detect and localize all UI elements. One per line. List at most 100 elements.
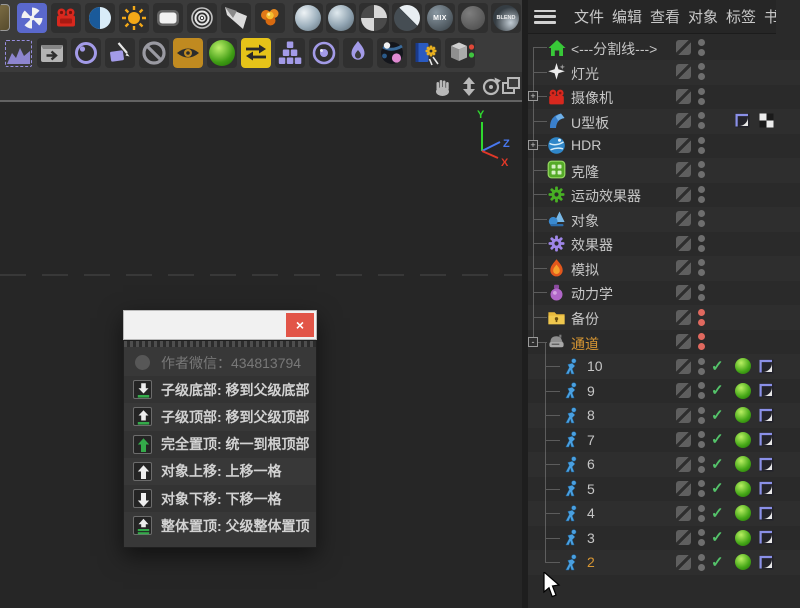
bend-tool-icon[interactable] bbox=[17, 3, 47, 33]
enabled-check[interactable]: ✓ bbox=[711, 506, 724, 521]
menu-file[interactable]: 文件 bbox=[574, 6, 604, 27]
phong-tag[interactable] bbox=[759, 408, 774, 423]
enabled-check[interactable]: ✓ bbox=[711, 457, 724, 472]
enable-toggle[interactable] bbox=[676, 39, 691, 55]
visibility-dot[interactable] bbox=[698, 38, 705, 46]
object-label[interactable]: 7 bbox=[587, 432, 595, 448]
target-light-icon[interactable] bbox=[187, 3, 217, 33]
enable-toggle[interactable] bbox=[676, 113, 691, 129]
paint-setup-icon[interactable] bbox=[105, 38, 135, 68]
object-label[interactable]: 9 bbox=[587, 383, 595, 399]
visibility-dot[interactable] bbox=[698, 382, 705, 390]
object-label[interactable]: 动力学 bbox=[571, 284, 613, 304]
enabled-check[interactable]: ✓ bbox=[711, 530, 724, 545]
orbit-rotate-icon[interactable] bbox=[481, 76, 502, 102]
object-row[interactable]: 9 ✓ bbox=[528, 378, 800, 403]
object-label[interactable]: 4 bbox=[587, 505, 595, 521]
object-label[interactable]: 2 bbox=[587, 554, 595, 570]
mix-material-icon[interactable]: MIX bbox=[425, 3, 455, 33]
enable-toggle[interactable] bbox=[676, 88, 691, 104]
object-label[interactable]: 6 bbox=[587, 456, 595, 472]
visibility-dot[interactable] bbox=[698, 195, 705, 203]
fire-preset-icon[interactable] bbox=[255, 3, 285, 33]
enable-toggle[interactable] bbox=[676, 284, 691, 300]
shaded-material-icon[interactable] bbox=[392, 3, 422, 33]
enable-toggle[interactable] bbox=[676, 309, 691, 325]
visibility-dot[interactable] bbox=[698, 308, 705, 316]
display-color-tag[interactable] bbox=[735, 382, 751, 399]
phong-tag[interactable] bbox=[759, 457, 774, 472]
visibility-dot[interactable] bbox=[698, 146, 705, 154]
enable-toggle[interactable] bbox=[676, 481, 691, 497]
enable-toggle[interactable] bbox=[676, 211, 691, 227]
green-ball-icon[interactable] bbox=[207, 38, 237, 68]
checker-material-icon[interactable] bbox=[359, 3, 389, 33]
visibility-dot[interactable] bbox=[698, 283, 705, 291]
menu-bookmarks[interactable]: 书签 bbox=[764, 6, 776, 27]
child-top-row[interactable]: 子级顶部: 移到父级顶部 bbox=[124, 403, 316, 430]
camera-tool-icon[interactable] bbox=[51, 3, 81, 33]
visibility-dot[interactable] bbox=[698, 122, 705, 130]
object-label[interactable]: 克隆 bbox=[571, 162, 599, 182]
object-label[interactable]: 10 bbox=[587, 358, 603, 374]
enable-toggle[interactable] bbox=[676, 358, 691, 374]
object-label[interactable]: 通道 bbox=[571, 334, 599, 354]
enable-toggle[interactable] bbox=[676, 334, 691, 350]
blend-material-icon[interactable]: BLEND bbox=[491, 3, 521, 33]
visibility-dot[interactable] bbox=[698, 357, 705, 365]
enabled-check[interactable]: ✓ bbox=[711, 432, 724, 447]
compositing-tag[interactable] bbox=[759, 113, 774, 128]
object-label[interactable]: 5 bbox=[587, 481, 595, 497]
dim-material-icon[interactable] bbox=[458, 3, 488, 33]
prohibit-icon[interactable] bbox=[139, 38, 169, 68]
book-gear-icon[interactable] bbox=[411, 38, 441, 68]
object-row[interactable]: 动力学 bbox=[528, 280, 800, 305]
render-clip-icon[interactable] bbox=[37, 38, 67, 68]
enabled-check[interactable]: ✓ bbox=[711, 359, 724, 374]
object-label[interactable]: <---分割线---> bbox=[571, 39, 657, 59]
phong-tag[interactable] bbox=[759, 555, 774, 570]
display-color-tag[interactable] bbox=[735, 456, 751, 473]
expand-toggle[interactable]: - bbox=[528, 336, 538, 347]
dolly-zoom-icon[interactable] bbox=[459, 76, 479, 102]
object-row[interactable]: 6 ✓ bbox=[528, 452, 800, 477]
object-row[interactable]: <---分割线---> bbox=[528, 35, 800, 60]
material-sphere-icon[interactable] bbox=[293, 3, 323, 33]
enable-toggle[interactable] bbox=[676, 383, 691, 399]
object-row[interactable]: 效果器 bbox=[528, 231, 800, 256]
enable-toggle[interactable] bbox=[676, 456, 691, 472]
enabled-check[interactable]: ✓ bbox=[711, 408, 724, 423]
spot-light-icon[interactable] bbox=[221, 3, 251, 33]
object-label[interactable]: 模拟 bbox=[571, 260, 599, 280]
full-top-row[interactable]: 完全置顶: 统一到根顶部 bbox=[124, 430, 316, 458]
visibility-dot[interactable] bbox=[698, 504, 705, 512]
object-row[interactable]: - 通道 bbox=[528, 329, 800, 354]
toggle-view-icon[interactable] bbox=[501, 76, 521, 100]
phong-tag[interactable] bbox=[759, 383, 774, 398]
visibility-dot[interactable] bbox=[698, 529, 705, 537]
enable-toggle[interactable] bbox=[676, 432, 691, 448]
object-label[interactable]: 备份 bbox=[571, 309, 599, 329]
eye-circle-icon[interactable] bbox=[309, 38, 339, 68]
visibility-dot[interactable] bbox=[698, 112, 705, 120]
globe-material-icon[interactable] bbox=[377, 38, 407, 68]
visibility-dot[interactable] bbox=[698, 220, 705, 228]
visibility-dot[interactable] bbox=[698, 244, 705, 252]
enable-toggle[interactable] bbox=[676, 64, 691, 80]
enabled-check[interactable]: ✓ bbox=[711, 481, 724, 496]
visibility-dot[interactable] bbox=[698, 480, 705, 488]
visibility-dot[interactable] bbox=[698, 87, 705, 95]
visibility-dot[interactable] bbox=[698, 441, 705, 449]
flame-outline-icon[interactable] bbox=[343, 38, 373, 68]
visibility-dot[interactable] bbox=[698, 563, 705, 571]
object-row[interactable]: 4 ✓ bbox=[528, 501, 800, 526]
child-bottom-row[interactable]: 子级底部: 移到父级底部 bbox=[124, 376, 316, 404]
visibility-dot[interactable] bbox=[698, 73, 705, 81]
area-light-icon[interactable] bbox=[153, 3, 183, 33]
enable-toggle[interactable] bbox=[676, 162, 691, 178]
menu-tags[interactable]: 标签 bbox=[726, 6, 756, 27]
visibility-dot[interactable] bbox=[698, 185, 705, 193]
enable-toggle[interactable] bbox=[676, 137, 691, 153]
object-row[interactable]: 运动效果器 bbox=[528, 182, 800, 207]
menu-object[interactable]: 对象 bbox=[688, 6, 718, 27]
